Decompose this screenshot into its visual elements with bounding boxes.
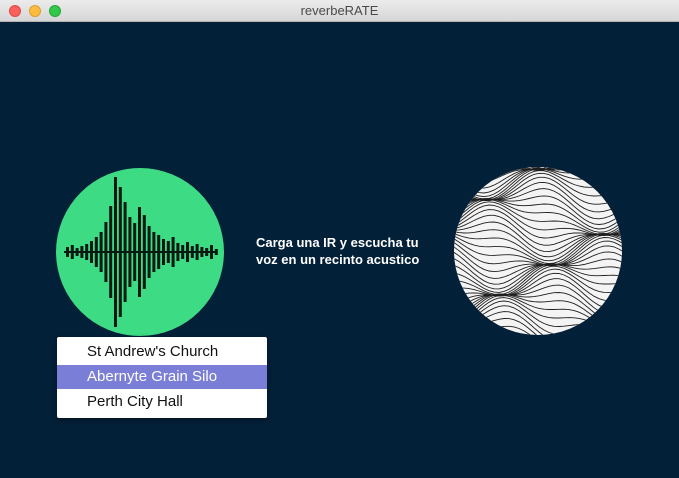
texture-line	[454, 214, 622, 246]
wave-bar	[75, 248, 79, 256]
texture-line	[454, 284, 622, 316]
wave-bar	[147, 226, 151, 278]
texture-line	[454, 318, 622, 335]
wave-bar	[70, 245, 74, 259]
wave-bar	[66, 247, 69, 257]
wavy-lines-texture-button[interactable]	[454, 167, 622, 335]
main-content: Carga una IR y escucha tu voz en un reci…	[0, 22, 679, 478]
wave-bar	[123, 202, 127, 302]
venue-dropdown-menu[interactable]: St Andrew's Church Abernyte Grain Silo P…	[57, 337, 267, 418]
wave-bar	[210, 245, 213, 259]
texture-line	[454, 188, 622, 220]
wave-bar	[128, 217, 132, 287]
sound-wave-button[interactable]	[56, 168, 224, 336]
wave-bar	[176, 243, 180, 261]
wave-bar	[109, 206, 113, 298]
wave-bar	[166, 241, 170, 263]
texture-line	[454, 328, 622, 335]
wave-bar	[200, 247, 204, 257]
wave-bar	[80, 246, 84, 258]
wave-bar	[90, 241, 93, 263]
wave-bar	[186, 242, 189, 262]
texture-line	[454, 294, 622, 329]
wave-bar	[114, 177, 117, 327]
texture-line	[454, 204, 622, 236]
window-title: reverbeRATE	[300, 3, 379, 18]
texture-line	[528, 167, 543, 169]
wave-bar	[152, 232, 156, 272]
wave-bar	[214, 249, 218, 255]
wave-bar	[94, 237, 98, 267]
wave-bar	[85, 244, 89, 260]
wave-bar	[104, 222, 108, 282]
wave-bar	[142, 215, 146, 289]
wave-bar	[162, 239, 165, 265]
venue-option-st-andrews-church[interactable]: St Andrew's Church	[57, 340, 267, 364]
instruction-text: Carga una IR y escucha tu voz en un reci…	[256, 235, 420, 267]
sound-wave-icon	[64, 177, 218, 327]
texture-line	[454, 332, 622, 335]
wave-bar	[181, 245, 185, 259]
wave-bar	[133, 223, 137, 281]
wave-bar	[171, 237, 175, 267]
wave-bar	[205, 248, 209, 256]
wave-bar	[99, 232, 103, 272]
wave-bar	[157, 235, 161, 269]
wave-bar	[190, 246, 194, 258]
venue-option-perth-city-hall[interactable]: Perth City Hall	[57, 390, 267, 414]
venue-option-abernyte-grain-silo[interactable]: Abernyte Grain Silo	[57, 365, 267, 389]
wavy-lines-texture	[454, 167, 622, 335]
app-window: reverbeRATE Carga una IR y escucha tu vo…	[0, 0, 679, 478]
texture-line	[454, 265, 622, 297]
texture-line	[454, 311, 622, 335]
texture-line	[454, 240, 622, 273]
texture-line	[454, 297, 622, 331]
wave-bar	[138, 207, 141, 297]
wave-bar	[118, 187, 122, 317]
wave-bar	[195, 244, 199, 260]
title-bar[interactable]: reverbeRATE	[0, 0, 679, 22]
